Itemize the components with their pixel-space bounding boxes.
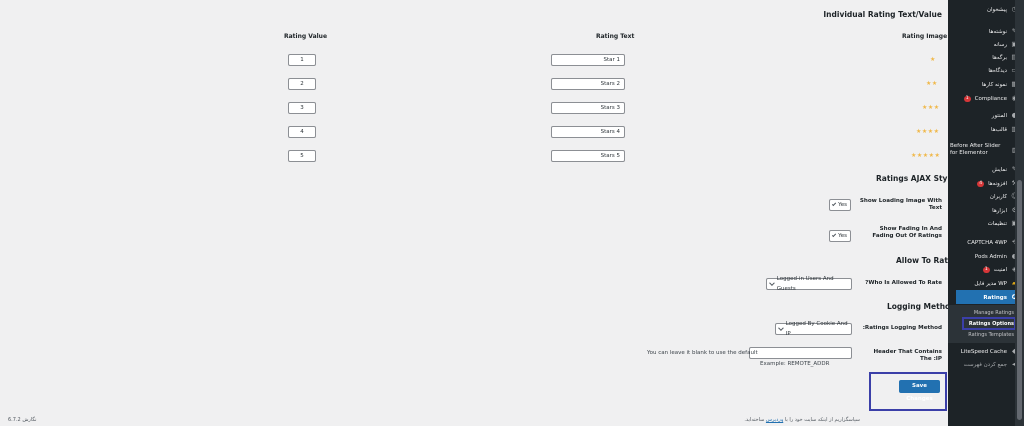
logging-method-value: Logged By Cookie And IP [785, 321, 848, 337]
section-title-logging: Logging Method [887, 302, 956, 311]
header-ip-label: Header That Contains The :IP [873, 349, 942, 362]
star-rating-icon: ★★★★★ [911, 152, 941, 159]
sidebar-item-security[interactable]: ◈امنیت1 [982, 266, 1018, 273]
rating-text-input[interactable]: Star 1 [551, 54, 625, 66]
show-fading-select[interactable]: Yes [829, 230, 851, 242]
submenu-ratings-templates[interactable]: Ratings Templates [968, 332, 1014, 338]
footer-thanks: سپاسگزاریم از اینکه سایت خود را با وردپر… [744, 417, 860, 423]
sidebar-item-label: کاربران [989, 193, 1007, 200]
rating-value-input[interactable]: 3 [288, 102, 316, 114]
sidebar-item-compliance[interactable]: ◉Compliance1 [963, 95, 1018, 102]
footer-version: نگارش 6.7.2 [8, 417, 37, 423]
admin-sidebar: ◷پیشخوان ✎نوشته‌ها ▣رسانه ▤برگه‌ها ▭دیدگ… [948, 0, 1024, 426]
column-header-image: Rating Image [902, 33, 948, 40]
logging-method-select[interactable]: Logged By Cookie And IP [775, 321, 852, 337]
header-ip-note: You can leave it blank to use the defaul… [647, 350, 758, 356]
rating-text-input[interactable]: Stars 5 [551, 150, 625, 162]
sidebar-item-templates[interactable]: ▥قالب‌ها [991, 126, 1018, 133]
scrollbar-thumb[interactable] [1017, 180, 1022, 420]
main-content: Individual Rating Text/Value Rating Valu… [8, 10, 956, 423]
sidebar-item-label: رسانه [993, 41, 1007, 48]
column-header-text: Rating Text [596, 33, 635, 40]
sidebar-collapse-menu[interactable]: ◀جمع کردن فهرست [964, 361, 1018, 368]
sidebar-item-comments[interactable]: ▭دیدگاه‌ها [988, 67, 1018, 74]
sidebar-item-settings[interactable]: ▣تنظیمات [988, 220, 1018, 227]
footer-thanks-tail: ساخته‌اید. [744, 417, 765, 423]
section-title-allow: Allow To Rate [896, 256, 954, 265]
sidebar-item-label: Ratings [983, 294, 1007, 301]
footer-wordpress-link[interactable]: وردپرس [766, 417, 783, 423]
save-button[interactable]: Save Changes [899, 380, 940, 402]
sidebar-item-label: برگه‌ها [992, 54, 1007, 61]
sidebar-item-ratings[interactable]: ✪Ratings [983, 294, 1018, 301]
star-rating-icon: ★ [930, 56, 936, 63]
rating-value-input[interactable]: 4 [288, 126, 316, 138]
sidebar-item-label: امنیت [993, 266, 1007, 273]
star-rating-icon: ★★★★ [916, 128, 940, 135]
sidebar-item-label: قالب‌ها [991, 126, 1007, 133]
chevron-down-icon [778, 325, 784, 331]
show-loading-select[interactable]: Yes [829, 199, 851, 211]
rating-text-input[interactable]: Stars 4 [551, 126, 625, 138]
star-rating-icon: ★★ [926, 80, 938, 87]
chevron-down-icon [769, 280, 775, 286]
rating-value-input[interactable]: 2 [288, 78, 316, 90]
who-allowed-label: ?Who Is Allowed To Rate [865, 280, 942, 286]
chevron-down-icon [831, 232, 837, 238]
sidebar-item-pods-admin[interactable]: ◐Pods Admin [975, 253, 1018, 260]
footer-thanks-text: سپاسگزاریم از اینکه سایت خود را با [784, 417, 860, 423]
show-loading-value: Yes [838, 202, 847, 208]
sidebar-scrollbar[interactable] [1015, 0, 1024, 426]
notification-badge: 1 [982, 266, 990, 273]
sidebar-item-file-manager[interactable]: ▰WP مدیر فایل [974, 280, 1018, 287]
rating-value-input[interactable]: 1 [288, 54, 316, 66]
sidebar-item-litespeed[interactable]: ◆LiteSpeed Cache [961, 348, 1018, 355]
section-title-ajax: Ratings AJAX Style [876, 174, 956, 183]
sidebar-item-label: نمونه کارها [981, 81, 1007, 88]
column-header-value: Rating Value [284, 33, 328, 40]
show-loading-label: Show Loading Image With Text [859, 198, 942, 211]
show-fading-value: Yes [838, 233, 847, 239]
sidebar-item-users[interactable]: ☺کاربران [990, 193, 1018, 200]
star-rating-icon: ★★★ [922, 104, 940, 111]
sidebar-item-dashboard[interactable]: ◷پیشخوان [987, 6, 1018, 13]
sidebar-item-label: ابزارها [992, 207, 1007, 214]
sidebar-item-label: جمع کردن فهرست [963, 361, 1007, 368]
logging-method-label: :Ratings Logging Method [862, 325, 942, 331]
sidebar-item-captcha[interactable]: ⟲CAPTCHA 4WP [967, 239, 1018, 246]
sidebar-item-label: Compliance [974, 95, 1007, 102]
who-allowed-select[interactable]: Logged-in Users And Guests [766, 276, 852, 292]
sidebar-item-plugins[interactable]: ⚒افزونه‌ها4 [977, 180, 1018, 187]
rating-text-input[interactable]: Stars 3 [551, 102, 625, 114]
submenu-manage-ratings[interactable]: Manage Ratings [974, 310, 1014, 316]
sidebar-item-label: افزونه‌ها [988, 180, 1007, 187]
rating-text-input[interactable]: Stars 2 [551, 78, 625, 90]
chevron-down-icon [831, 201, 837, 207]
sidebar-item-portfolio[interactable]: ▦نمونه کارها [982, 81, 1018, 88]
sidebar-item-label: Before After Slider for Elementor [950, 143, 1001, 156]
rating-value-input[interactable]: 5 [288, 150, 316, 162]
sidebar-item-label: تنظیمات [987, 220, 1007, 227]
sidebar-item-label: المنتور [991, 112, 1007, 119]
sidebar-item-posts[interactable]: ✎نوشته‌ها [989, 28, 1018, 35]
sidebar-item-before-after-slider[interactable]: ▨Before After Slider for Elementor [950, 143, 1018, 157]
sidebar-item-label: پیشخوان [986, 6, 1007, 13]
sidebar-item-label: Pods Admin [974, 253, 1007, 260]
notification-badge: 1 [963, 95, 971, 102]
who-allowed-value: Logged-in Users And Guests [776, 276, 834, 292]
sidebar-item-label: دیدگاه‌ها [988, 67, 1007, 74]
sidebar-item-label: نمایش [992, 166, 1007, 173]
header-ip-example: Example: REMOTE_ADDR [760, 361, 830, 367]
notification-badge: 4 [977, 180, 985, 187]
sidebar-item-label: LiteSpeed Cache [960, 348, 1007, 355]
sidebar-item-label: نوشته‌ها [988, 28, 1007, 35]
show-fading-label: Show Fading In And Fading Out Of Ratings [872, 226, 942, 239]
sidebar-item-label: WP مدیر فایل [974, 280, 1007, 287]
highlight-box-ratings-options [962, 317, 1016, 330]
header-ip-input[interactable] [749, 347, 852, 359]
sidebar-item-label: CAPTCHA 4WP [967, 239, 1007, 246]
